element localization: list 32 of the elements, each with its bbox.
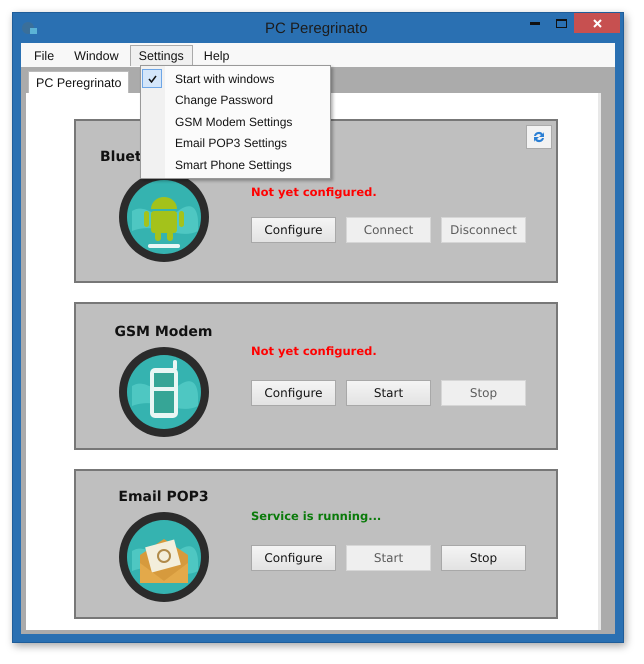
- service-title: GSM Modem: [114, 324, 213, 340]
- action-button[interactable]: Configure: [251, 545, 336, 571]
- refresh-icon: [532, 130, 546, 144]
- action-button[interactable]: Configure: [251, 380, 336, 406]
- check-icon[interactable]: [142, 69, 162, 88]
- envelope-icon: [118, 511, 210, 603]
- tab[interactable]: PC Peregrinato: [28, 71, 130, 93]
- window-title: PC Peregrinato: [265, 20, 368, 36]
- action-button[interactable]: Configure: [251, 217, 336, 243]
- app-icon: [21, 21, 37, 35]
- status-text: Not yet configured.: [251, 185, 378, 199]
- service-title: Bluet: [100, 149, 142, 165]
- menu-item[interactable]: File: [25, 44, 64, 66]
- menu-option[interactable]: Email POP3 Settings: [175, 136, 288, 150]
- action-button[interactable]: Start: [346, 380, 431, 406]
- close-button[interactable]: [574, 13, 620, 33]
- menu-item[interactable]: Window: [65, 44, 128, 66]
- close-icon: [592, 18, 602, 28]
- action-button[interactable]: Stop: [441, 545, 526, 571]
- menu-option[interactable]: Start with windows: [175, 72, 274, 86]
- minimize-icon: [530, 22, 540, 24]
- status-text: Not yet configured.: [251, 344, 378, 358]
- refresh-button[interactable]: [526, 125, 552, 149]
- menu-item[interactable]: Settings: [130, 44, 193, 66]
- menu-option[interactable]: Change Password: [175, 93, 274, 108]
- service-title: Email POP3: [118, 489, 209, 505]
- menu-option[interactable]: GSM Modem Settings: [175, 114, 292, 129]
- menu-option[interactable]: Smart Phone Settings: [175, 158, 292, 172]
- status-text: Service is running...: [251, 509, 382, 523]
- phone-icon: [118, 346, 210, 438]
- maximize-icon: [556, 18, 566, 28]
- menu-item[interactable]: Help: [194, 44, 239, 66]
